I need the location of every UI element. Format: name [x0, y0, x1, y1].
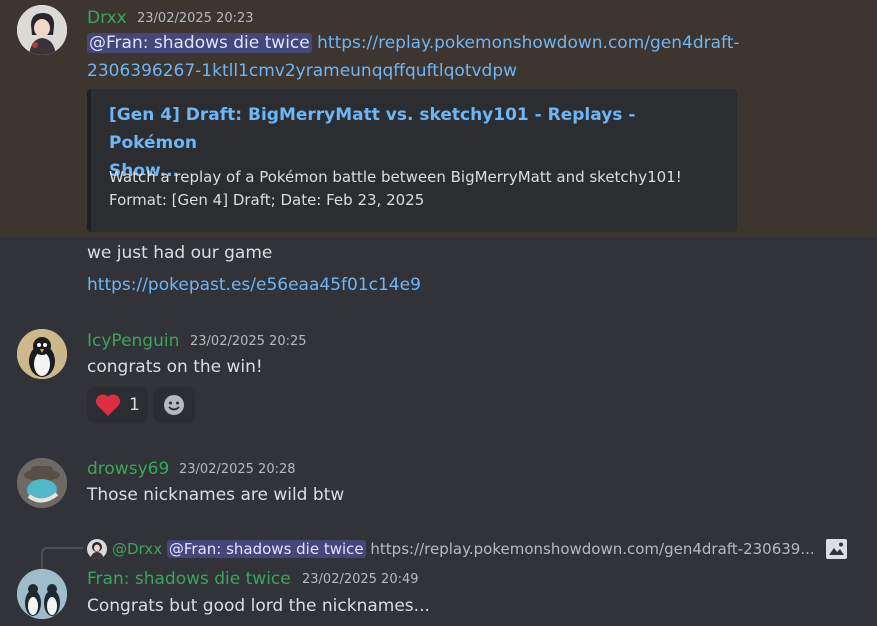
timestamp-drowsy69: 23/02/2025 20:28 — [179, 462, 296, 477]
reply-avatar-drxx[interactable] — [87, 539, 107, 559]
heart-reaction[interactable]: 1 — [87, 387, 148, 423]
heart-icon — [95, 394, 121, 416]
reply-author[interactable]: @Drxx — [112, 540, 162, 558]
link-embed: [Gen 4] Draft: BigMerryMatt vs. sketchy1… — [87, 89, 737, 232]
message-drxx-followup: we just had our game — [87, 243, 273, 263]
timestamp-drxx: 23/02/2025 20:23 — [137, 11, 254, 26]
timestamp-fran: 23/02/2025 20:49 — [302, 572, 419, 587]
reply-avatar-image — [87, 539, 107, 559]
username-drowsy69[interactable]: drowsy69 — [87, 459, 169, 479]
reply-preview-text: https://replay.pokemonshowdown.com/gen4d… — [370, 540, 815, 558]
username-fran[interactable]: Fran: shadows die twice — [87, 569, 291, 589]
message-fran: Congrats but good lord the nicknames... — [87, 596, 430, 616]
avatar-drxx[interactable] — [17, 5, 67, 55]
message-icypenguin: congrats on the win! — [87, 357, 263, 377]
embed-description: Watch a replay of a Pokémon battle betwe… — [109, 168, 682, 209]
avatar-drowsy69[interactable] — [17, 458, 67, 508]
replay-link[interactable]: https://replay.pokemonshowdown.com/gen4d… — [317, 33, 739, 53]
add-reaction-button[interactable] — [153, 387, 195, 423]
avatar-drxx-image — [17, 5, 67, 55]
avatar-icypenguin[interactable] — [17, 329, 67, 379]
reaction-count: 1 — [129, 395, 140, 415]
avatar-drowsy69-image — [17, 458, 67, 508]
username-icypenguin[interactable]: IcyPenguin — [87, 331, 179, 351]
username-drxx[interactable]: Drxx — [87, 8, 127, 28]
message-drowsy69: Those nicknames are wild btw — [87, 485, 345, 505]
timestamp-icypenguin: 23/02/2025 20:25 — [190, 334, 307, 349]
avatar-fran[interactable] — [17, 569, 67, 619]
reply-preview[interactable]: @Drxx @Fran: shadows die twice https://r… — [112, 540, 815, 558]
user-mention[interactable]: @Fran: shadows die twice — [87, 33, 312, 53]
pokepaste-link[interactable]: https://pokepast.es/e56eaa45f01c14e9 — [87, 275, 421, 295]
message-drxx-line1: @Fran: shadows die twice https://replay.… — [87, 33, 740, 53]
replay-link-continued[interactable]: 2306396267-1ktll1cmv2yrameunqqffquftlqot… — [87, 61, 517, 81]
add-reaction-icon — [164, 395, 184, 415]
reply-connector — [41, 547, 83, 571]
avatar-fran-image — [17, 569, 67, 619]
reply-mention: @Fran: shadows die twice — [166, 540, 366, 558]
avatar-icypenguin-image — [17, 329, 67, 379]
image-attachment-icon — [826, 539, 847, 563]
